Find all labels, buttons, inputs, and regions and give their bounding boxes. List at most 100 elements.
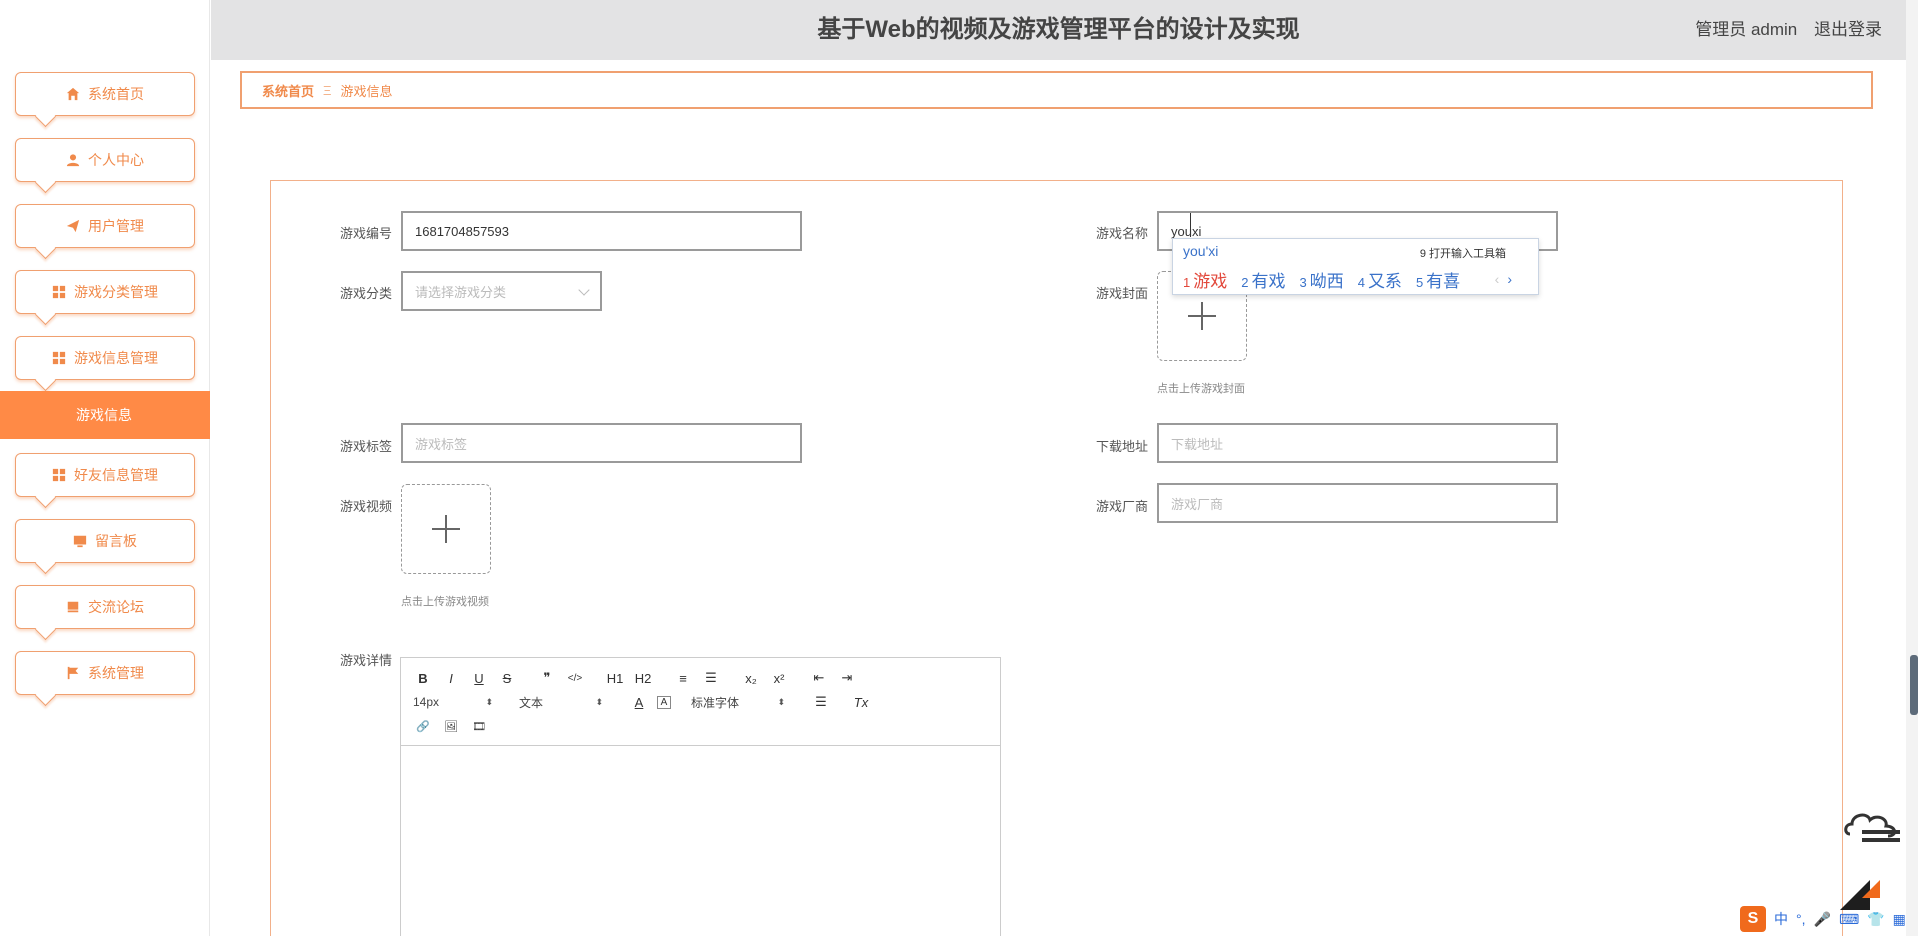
video-upload-hint: 点击上传游戏视频 — [401, 596, 489, 608]
text-type-value: 文本 — [519, 695, 544, 710]
ime-candidate[interactable]: 2 有戏 — [1241, 267, 1285, 292]
breadcrumb: 系统首页 Ξ 游戏信息 — [240, 71, 1873, 109]
background-color-icon[interactable]: A — [657, 695, 671, 709]
outdent-button[interactable]: ⇤ — [809, 670, 829, 686]
superscript-button[interactable]: x² — [769, 671, 789, 686]
breadcrumb-home[interactable]: 系统首页 — [262, 81, 314, 100]
underline-button[interactable]: U — [469, 671, 489, 686]
game-vendor-label: 游戏厂商 — [1095, 499, 1148, 514]
ime-candidate[interactable]: 4 又系 — [1358, 267, 1402, 292]
italic-button[interactable]: I — [441, 671, 461, 686]
page-title: 基于Web的视频及游戏管理平台的设计及实现 — [817, 16, 1300, 43]
clear-format-button[interactable]: Tx — [851, 695, 871, 710]
ime-candidate-popup: you'xi 9 打开输入工具箱 1 游戏 2 有戏 3 呦西 4 又系 5 有喜 ‹ › — [1172, 238, 1539, 295]
tray-punct[interactable]: °, — [1796, 911, 1806, 927]
ime-candidate[interactable]: 5 有喜 — [1416, 267, 1460, 292]
user-name: 管理员 admin — [1695, 20, 1798, 39]
game-tags-label: 游戏标签 — [339, 439, 392, 454]
video-upload-button[interactable] — [401, 484, 491, 574]
ime-candidate[interactable]: 1 游戏 — [1183, 267, 1227, 292]
updown-icon: ⬍ — [485, 696, 493, 707]
cloud-float-icon[interactable] — [1842, 806, 1902, 848]
rich-text-editor: B I U S ❞ </> H1 H2 ≡ ☰ x₂ x² ⇤ ⇥ 14px ⬍ — [400, 657, 1001, 936]
image-icon[interactable]: 🖼 — [441, 720, 461, 733]
toolbar-row-2: 14px ⬍ 文本 ⬍ A A 标准字体 ⬍ ☰ Tx — [413, 690, 988, 714]
sidebar-item-game-info[interactable]: 游戏信息管理 — [15, 336, 195, 380]
toolbar-row-1: B I U S ❞ </> H1 H2 ≡ ☰ x₂ x² ⇤ ⇥ — [413, 666, 988, 690]
font-size-select[interactable]: 14px ⬍ — [413, 695, 493, 709]
subscript-button[interactable]: x₂ — [741, 671, 761, 686]
h2-button[interactable]: H2 — [633, 671, 653, 686]
logout-link[interactable]: 退出登录 — [1814, 20, 1882, 39]
sidebar-item-label: 用户管理 — [88, 218, 144, 234]
game-vendor-input[interactable]: 游戏厂商 — [1157, 483, 1558, 523]
grid-icon — [52, 351, 66, 365]
category-placeholder: 请选择游戏分类 — [415, 284, 507, 300]
editor-content-area[interactable] — [401, 746, 1000, 936]
ime-toolbox-link[interactable]: 9 打开输入工具箱 — [1420, 245, 1506, 261]
game-category-label: 游戏分类 — [339, 286, 392, 301]
ime-tray: S 中 °, 🎤 ⌨ 👕 ▦ — [1740, 906, 1914, 932]
font-color-icon[interactable]: A — [629, 695, 649, 710]
sidebar-item-home[interactable]: 系统首页 — [15, 72, 195, 116]
sidebar-item-system[interactable]: 系统管理 — [15, 651, 195, 695]
sidebar-item-messages[interactable]: 留言板 — [15, 519, 195, 563]
scrollbar-thumb[interactable] — [1910, 655, 1918, 715]
send-icon — [66, 219, 80, 233]
sidebar-item-users[interactable]: 用户管理 — [15, 204, 195, 248]
sidebar-item-personal[interactable]: 个人中心 — [15, 138, 195, 182]
code-button[interactable]: </> — [565, 673, 585, 684]
ime-next-page[interactable]: › — [1507, 271, 1512, 287]
skin-icon[interactable]: 👕 — [1867, 911, 1884, 928]
sogou-logo-icon[interactable]: S — [1740, 906, 1766, 932]
microphone-icon[interactable]: 🎤 — [1814, 911, 1831, 928]
sidebar: 系统首页 个人中心 用户管理 游戏分类管理 游戏信息管理 游戏信息 好友信息管理… — [0, 0, 210, 936]
page-scrollbar[interactable] — [1906, 0, 1918, 936]
updown-icon: ⬍ — [595, 696, 603, 707]
user-icon — [66, 153, 80, 167]
sidebar-item-label: 系统首页 — [88, 86, 144, 102]
download-url-input[interactable]: 下载地址 — [1157, 423, 1558, 463]
sidebar-subitem-game-info[interactable]: 游戏信息 — [0, 391, 210, 439]
bullet-list-button[interactable]: ☰ — [701, 670, 721, 686]
h1-button[interactable]: H1 — [605, 671, 625, 686]
grid-icon — [52, 285, 66, 299]
font-size-value: 14px — [413, 695, 440, 709]
tray-lang[interactable]: 中 — [1774, 909, 1788, 929]
top-header: 基于Web的视频及游戏管理平台的设计及实现 管理员 admin 退出登录 — [211, 0, 1906, 60]
sidebar-item-label: 个人中心 — [88, 152, 144, 168]
cover-upload-hint: 点击上传游戏封面 — [1157, 383, 1245, 395]
download-url-label: 下载地址 — [1095, 439, 1148, 454]
keyboard-icon[interactable]: ⌨ — [1839, 911, 1859, 928]
game-tags-input[interactable]: 游戏标签 — [401, 423, 802, 463]
text-type-select[interactable]: 文本 ⬍ — [519, 694, 603, 711]
text-cursor — [1190, 213, 1191, 237]
ordered-list-button[interactable]: ≡ — [673, 671, 693, 686]
toolbox-icon[interactable]: ▦ — [1893, 911, 1906, 928]
ime-prev-page[interactable]: ‹ — [1495, 271, 1500, 287]
video-icon[interactable]: 🎞 — [469, 720, 489, 733]
ime-candidates: 1 游戏 2 有戏 3 呦西 4 又系 5 有喜 — [1183, 267, 1474, 292]
game-cover-label: 游戏封面 — [1095, 286, 1148, 301]
bold-button[interactable]: B — [413, 671, 433, 686]
chevron-down-icon — [578, 284, 590, 296]
font-family-value: 标准字体 — [691, 695, 740, 710]
font-family-select[interactable]: 标准字体 ⬍ — [691, 694, 785, 711]
sidebar-item-label: 系统管理 — [88, 665, 144, 681]
game-detail-label: 游戏详情 — [339, 653, 392, 668]
game-id-label: 游戏编号 — [339, 226, 392, 241]
sidebar-item-game-category[interactable]: 游戏分类管理 — [15, 270, 195, 314]
game-category-select[interactable]: 请选择游戏分类 — [401, 271, 602, 311]
sidebar-item-label: 游戏信息管理 — [74, 350, 158, 366]
sidebar-item-friends[interactable]: 好友信息管理 — [15, 453, 195, 497]
align-icon[interactable]: ☰ — [811, 694, 831, 710]
quote-button[interactable]: ❞ — [537, 670, 557, 686]
indent-button[interactable]: ⇥ — [837, 670, 857, 686]
sidebar-item-label: 好友信息管理 — [74, 467, 158, 483]
game-id-input[interactable]: 1681704857593 — [401, 211, 802, 251]
strike-button[interactable]: S — [497, 671, 517, 686]
link-icon[interactable]: 🔗 — [413, 720, 433, 733]
breadcrumb-current: 游戏信息 — [340, 83, 393, 99]
ime-candidate[interactable]: 3 呦西 — [1299, 267, 1343, 292]
sidebar-item-forum[interactable]: 交流论坛 — [15, 585, 195, 629]
